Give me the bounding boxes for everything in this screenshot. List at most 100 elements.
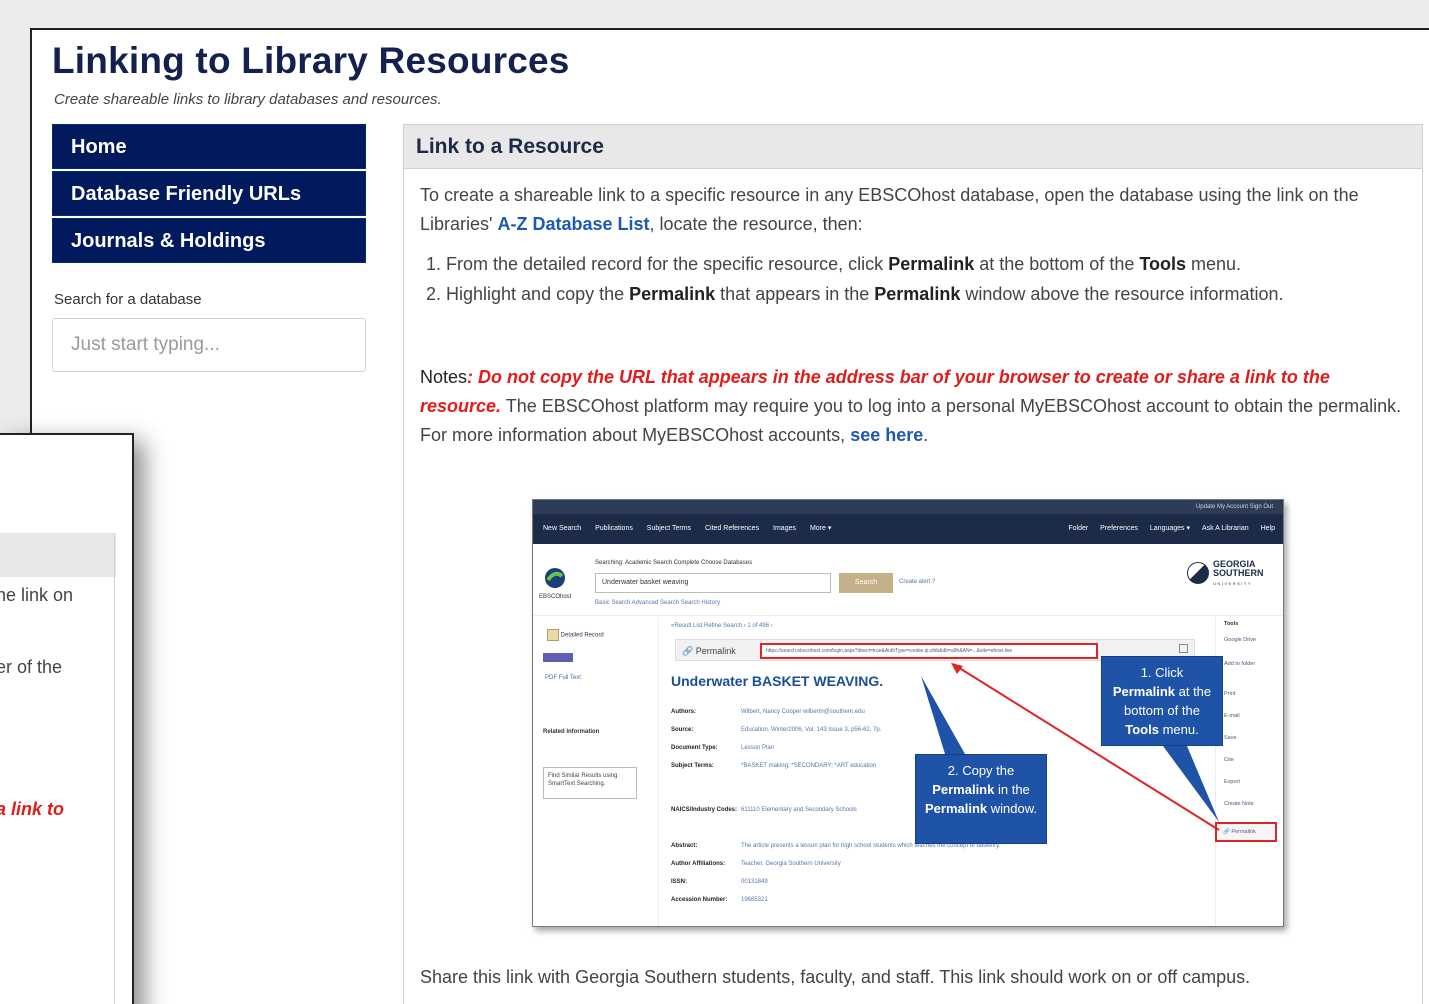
callout-1-line-3: menu. [1158,722,1199,737]
ebsco-field-label: Source: [671,727,694,733]
background-panel-border [114,533,115,1004]
georgia-southern-logo-icon [1187,562,1209,584]
panel-body: To create a shareable link to a specific… [404,169,1422,450]
gs-logo-line-2: SOUTHERN [1213,568,1264,578]
sidebar-item-journals-holdings[interactable]: Journals & Holdings [52,218,366,263]
ebsco-nav-preferences: Preferences [1100,525,1138,532]
ebsco-tool-item: Add to folder [1224,661,1256,667]
ebsco-article-title: Underwater BASKET WEAVING. [671,673,884,689]
ebsco-search-zone: EBSCOhost Searching: Academic Search Com… [533,544,1283,616]
document-icon [547,629,559,641]
ebsco-searching-label: Searching: Academic Search Complete Choo… [595,560,753,566]
ebsco-field-label: Subject Terms: [671,763,714,769]
step-1-text-3: menu. [1186,254,1242,274]
ebsco-tools-permalink: 🔗 Permalink [1215,822,1277,842]
ebsco-search-button: Search [839,573,893,593]
intro-text-end: , locate the resource, then: [649,214,863,234]
ebsco-nav-subject-terms: Subject Terms [646,525,692,532]
step-2-text-3: window above the resource information. [960,284,1284,304]
step-1-tools: Tools [1139,254,1187,274]
ebsco-tool-item: Cite [1224,757,1234,763]
step-1-text: From the detailed record for the specifi… [446,254,889,274]
ebsco-field-label: Accession Number: [671,897,728,903]
ebsco-nav-new-search: New Search [543,525,582,532]
ebsco-result-nav: «Result List Refine Search ‹ 1 of 496 › [671,623,773,629]
ebsco-permalink-label-text: Permalink [695,646,736,656]
ebsco-field: Author Affiliations: Teacher, Georgia Sou… [671,861,841,867]
ebsco-field-value: 19685321 [741,897,768,903]
notes-paragraph: Notes: Do not copy the URL that appears … [420,363,1412,450]
ebsco-field-value: Lesson Plan [741,745,775,751]
search-label: Search for a database [54,291,202,308]
share-text: Share this link with Georgia Southern st… [420,967,1251,987]
callout-2-line-2: in the [994,782,1030,797]
ebsco-badge [543,653,573,662]
ebsco-nav-cited-references: Cited References [704,525,760,532]
ebsco-field: Document Type: Lesson Plan [671,745,774,751]
ebsco-field: Subject Terms: *BASKET making; *SECONDARY… [671,763,876,769]
notes-colon: : [467,367,479,387]
ebsco-field-value: *BASKET making; *SECONDARY; *ART educati… [741,763,877,769]
step-1-permalink: Permalink [888,254,975,274]
ebsco-nav-help: Help [1260,525,1275,532]
ebsco-screenshot: Update My Account Sign Out New Search Pu… [532,499,1284,927]
background-window: he link on er of the a link to [0,433,134,1004]
ebsco-nav-right: Folder Preferences Languages ▾ Ask A Lib… [1058,514,1275,544]
ebsco-permalink-url: https://search.ebscohost.com/login.aspx?… [760,643,1098,659]
background-text-3: a link to [0,799,65,819]
ebsco-pdf-link: PDF Full Text [545,675,581,681]
ebsco-tool-item: Export [1224,779,1240,785]
gs-logo-sub: UNIVERSITY [1213,581,1253,586]
notes-end: . [923,425,929,445]
notes-label: Notes [420,367,468,387]
ebsco-field: Source: Education. Winter2006, Vol. 143 I… [671,727,881,733]
ebsco-permalink-label: 🔗 Permalink [682,646,736,656]
ebsco-nav-ask: Ask A Librarian [1201,525,1249,532]
close-icon [1179,644,1188,653]
ebsco-nav-images: Images [773,525,796,532]
see-here-link[interactable]: see here [850,425,923,445]
ebsco-field-value: Education. Winter2006, Vol. 143 Issue 3,… [741,727,882,733]
ebsco-create-alert: Create alert ? [899,579,936,585]
ebsco-query-field: Underwater basket weaving [595,573,831,593]
ebsco-related-info: Related Information [543,729,600,735]
sidebar-nav: Home Database Friendly URLs Journals & H… [52,124,366,265]
ebsco-nav-links: New Search Publications Subject Terms Ci… [543,525,843,532]
database-search-input[interactable] [52,318,366,372]
ebsco-field-value: 611110 Elementary and Secondary Schools [741,807,857,813]
ebsco-logo-text: EBSCOhost [539,594,572,600]
ebsco-advanced-links: Basic Search Advanced Search Search Hist… [595,600,721,606]
ebsco-tools-column: Tools Google Drive Add to folder Print E… [1215,617,1283,926]
callout-2-bold: Permalink [932,782,995,797]
ebsco-tool-item: Save [1224,735,1237,741]
step-2-permalink-window: Permalink [874,284,961,304]
ebsco-detailed-record: Detailed Record [547,629,604,641]
background-text-1: he link on [0,585,74,605]
ebsco-field: Authors: Wilbert, Nancy Cooper wilbertn@s… [671,709,865,715]
ebsco-field: NAICS/Industry Codes: 611110 Elementary a… [671,807,857,813]
step-1-text-2: at the bottom of the [974,254,1140,274]
callout-2: 2. Copy the Permalink in the Permalink w… [915,754,1047,844]
ebsco-tool-item: Create Note [1224,801,1254,807]
step-2-text-2: that appears in the [715,284,875,304]
ebsco-find-similar: Find Similar Results using SmartText Sea… [543,767,637,799]
intro-paragraph: To create a shareable link to a specific… [420,181,1412,239]
ebsco-logo-icon [545,568,565,588]
callout-2-line-3: window. [987,801,1038,816]
sidebar-item-database-friendly-urls[interactable]: Database Friendly URLs [52,171,366,216]
ebsco-field: ISSN: 00131849 [671,879,768,885]
ebsco-field-label: ISSN: [671,879,688,885]
ebsco-field: Accession Number: 19685321 [671,897,768,903]
step-2-permalink: Permalink [629,284,716,304]
callout-2-bold-2: Permalink [924,801,988,816]
ebsco-nav-folder: Folder [1068,525,1089,532]
ebsco-detailed-record-label: Detailed Record [560,632,604,639]
ebsco-nav-languages: Languages ▾ [1149,525,1190,532]
content-panel: Link to a Resource To create a shareable… [403,124,1423,1004]
callout-1-line-1: 1. Click [1140,665,1184,680]
ebsco-field-label: Abstract: [671,843,698,849]
ebsco-navbar: New Search Publications Subject Terms Ci… [533,514,1283,544]
georgia-southern-logo: GEORGIA SOUTHERN UNIVERSITY [1213,560,1277,588]
sidebar-item-home[interactable]: Home [52,124,366,169]
a-z-database-list-link[interactable]: A-Z Database List [497,214,649,234]
